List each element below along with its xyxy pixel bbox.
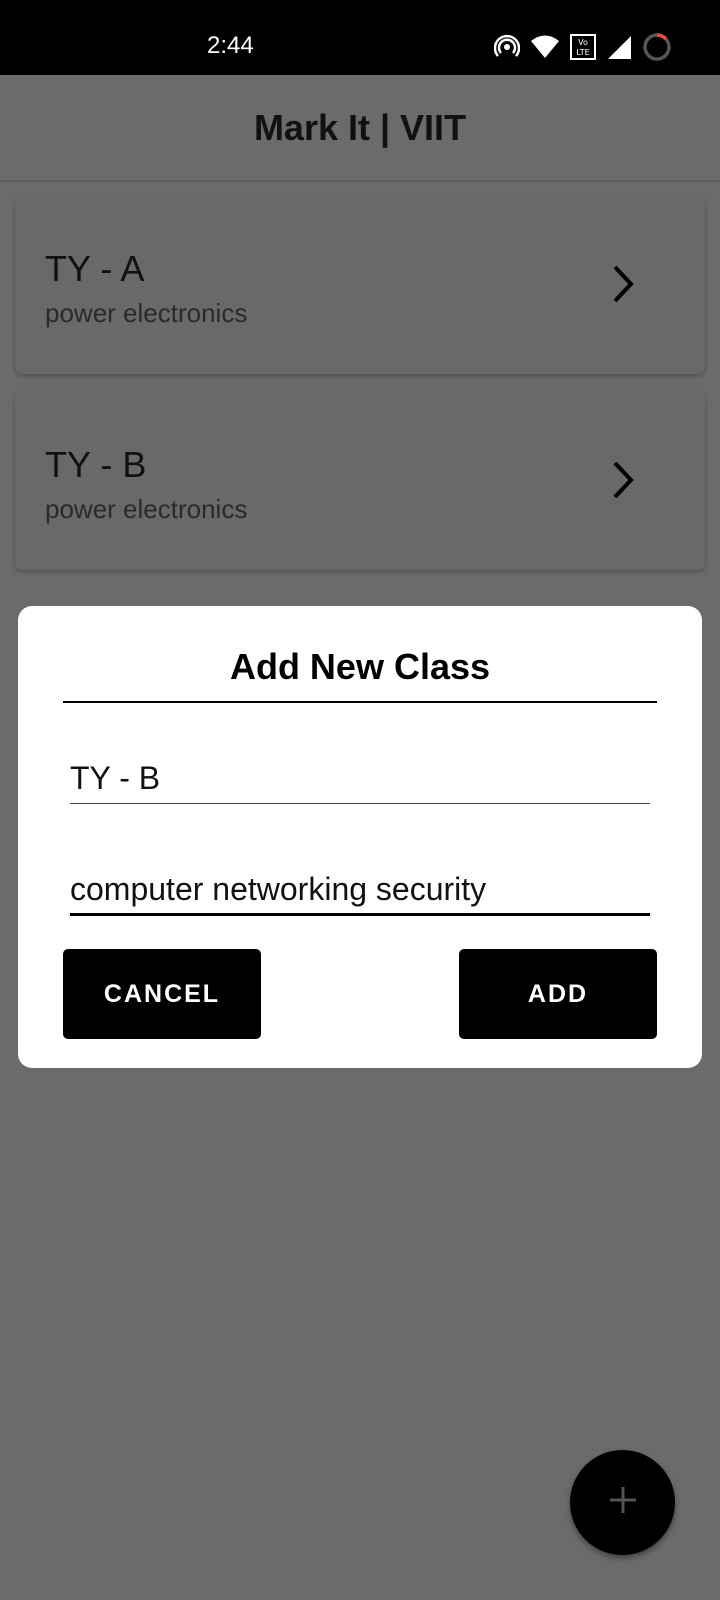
class-subject: power electronics <box>45 298 248 328</box>
signal-icon <box>606 34 632 60</box>
battery-icon <box>642 32 672 62</box>
class-title: TY - B <box>45 444 147 485</box>
chevron-right-icon <box>611 264 635 309</box>
svg-text:Vo: Vo <box>578 38 588 47</box>
add-class-fab[interactable] <box>570 1450 675 1555</box>
class-subject: power electronics <box>45 494 248 524</box>
class-title: TY - A <box>45 248 145 289</box>
add-button[interactable]: ADD <box>459 949 657 1039</box>
dialog-title: Add New Class <box>229 646 491 687</box>
hotspot-icon <box>494 34 520 60</box>
add-class-dialog: Add New Class CANCEL ADD <box>18 606 702 1068</box>
wifi-icon <box>530 34 560 60</box>
cancel-button[interactable]: CANCEL <box>63 949 261 1039</box>
app-bar: Mark It | VIIT <box>0 75 720 182</box>
class-name-input[interactable] <box>70 754 650 804</box>
class-card[interactable]: TY - B power electronics <box>15 392 705 570</box>
status-time: 2:44 <box>207 32 254 59</box>
status-bar: 2:44 Vo LTE <box>0 0 720 75</box>
svg-text:LTE: LTE <box>576 48 589 57</box>
class-card[interactable]: TY - A power electronics <box>15 196 705 374</box>
chevron-right-icon <box>611 460 635 505</box>
app-title: Mark It | VIIT <box>253 106 467 148</box>
volte-icon: Vo LTE <box>570 34 596 60</box>
subject-input[interactable] <box>70 866 650 916</box>
dialog-divider <box>63 701 657 703</box>
status-icons: Vo LTE <box>494 32 672 62</box>
plus-icon <box>608 1485 638 1520</box>
